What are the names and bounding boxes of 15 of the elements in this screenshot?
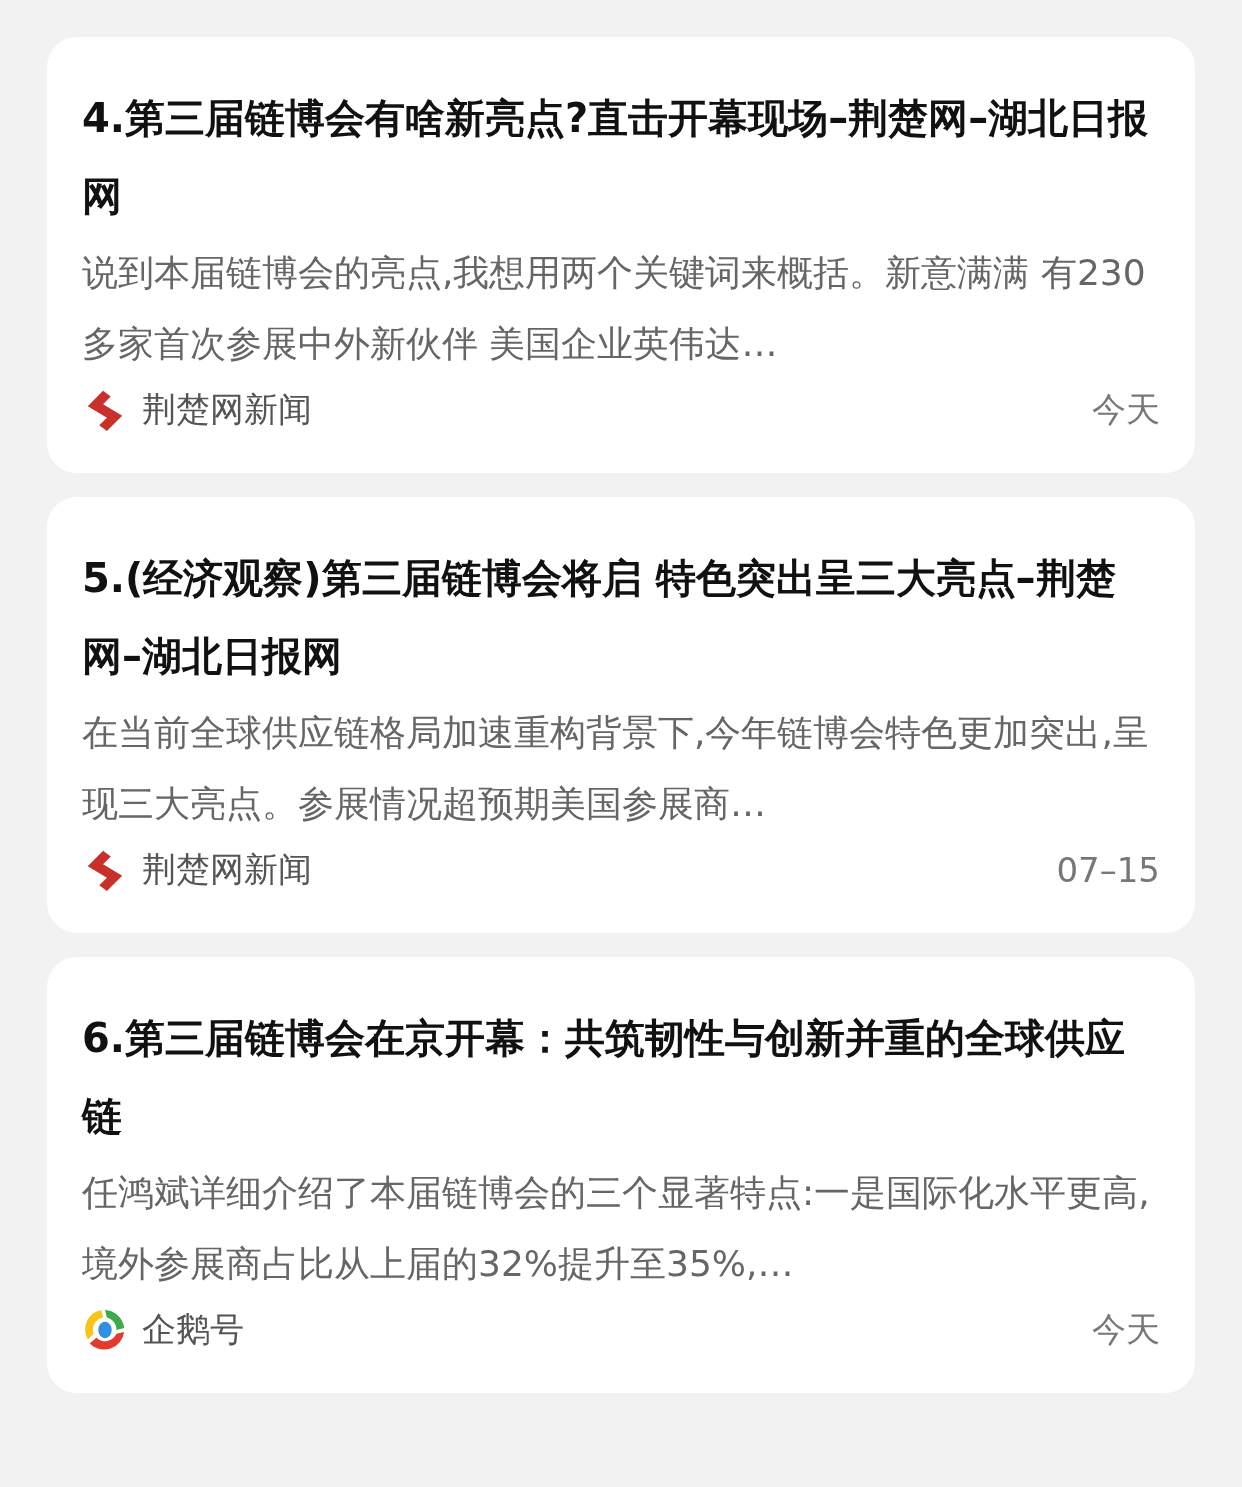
news-title[interactable]: 5.(经济观察)第三届链博会将启 特色突出呈三大亮点–荆楚网–湖北日报网 [82,539,1160,695]
publish-time: 07–15 [1056,850,1160,890]
publish-time: 今天 [1092,388,1160,431]
news-title[interactable]: 4.第三届链博会有啥新亮点?直击开幕现场–荆楚网–湖北日报网 [82,79,1160,235]
news-card[interactable]: 5.(经济观察)第三届链博会将启 特色突出呈三大亮点–荆楚网–湖北日报网 在当前全球供应链格局加速重构背景下,今年链博会特色更加突出,呈现三大亮点。参展情况超预期美国参展商… 荆楚网新闻 07–15 [47,497,1195,933]
news-title[interactable]: 6.第三届链博会在京开幕：共筑韧性与创新并重的全球供应链 [82,999,1160,1155]
news-card[interactable]: 4.第三届链博会有啥新亮点?直击开幕现场–荆楚网–湖北日报网 说到本届链博会的亮点,我想用两个关键词来概括。新意满满 有230多家首次参展中外新伙伴 美国企业英伟达… 荆楚网新闻 今天 [47,37,1195,473]
news-snippet: 说到本届链博会的亮点,我想用两个关键词来概括。新意满满 有230多家首次参展中外新伙伴 美国企业英伟达… [82,251,1147,366]
news-card[interactable]: 6.第三届链博会在京开幕：共筑韧性与创新并重的全球供应链 任鸿斌详细介绍了本届链博会的三个显著特点:一是国际化水平更高,境外参展商占比从上届的32%提升至35%,… 企鹅号 今天 [47,957,1195,1393]
source-name: 荆楚网新闻 [142,388,312,431]
news-snippet: 任鸿斌详细介绍了本届链博会的三个显著特点:一是国际化水平更高,境外参展商占比从上届的32%提升至35%,… [82,1171,1151,1286]
publish-time: 今天 [1092,1308,1160,1351]
source-name: 企鹅号 [142,1308,244,1351]
source-name: 荆楚网新闻 [142,848,312,891]
news-snippet: 在当前全球供应链格局加速重构背景下,今年链博会特色更加突出,呈现三大亮点。参展情况超预期美国参展商… [82,711,1150,826]
